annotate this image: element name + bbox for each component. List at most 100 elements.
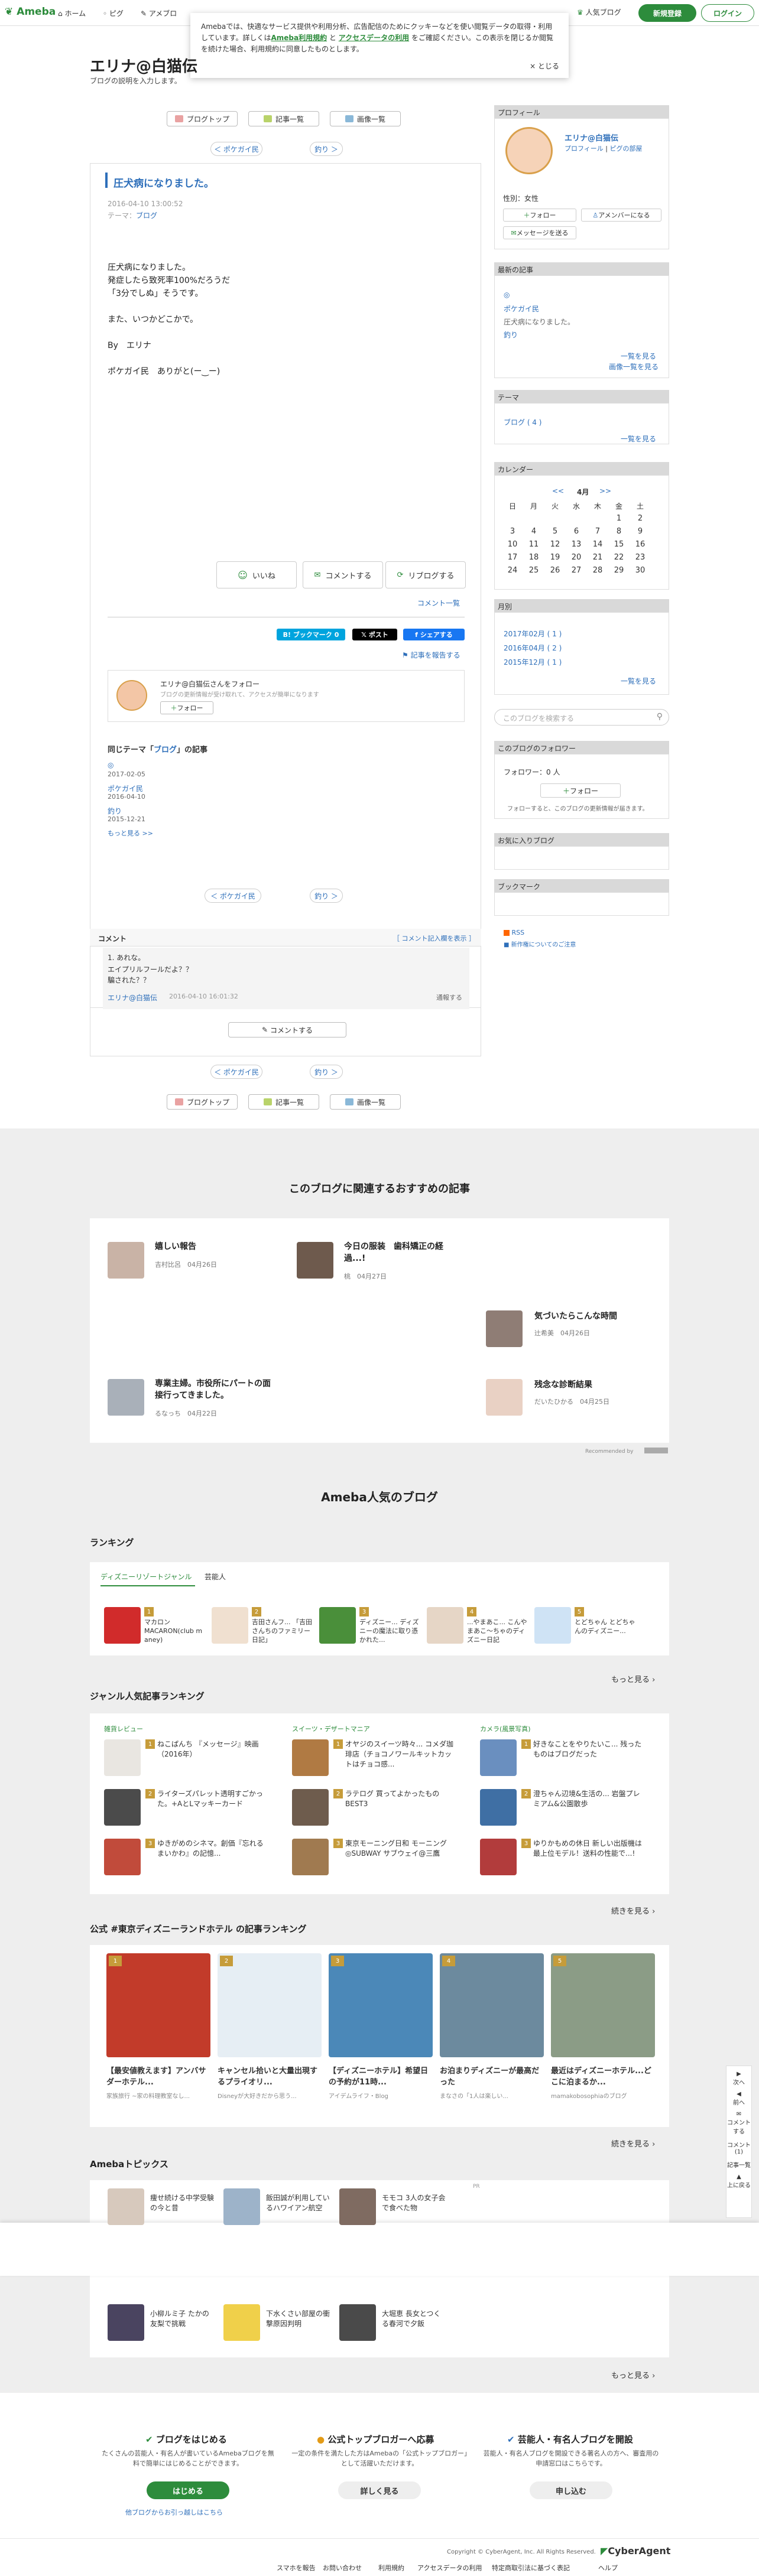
related-item-title[interactable]: 気づいたらこんな時間 xyxy=(534,1310,653,1322)
comment-author[interactable]: エリナ@白猫伝 xyxy=(108,993,157,1003)
genre-thumb[interactable] xyxy=(480,1789,517,1826)
ranking-blog-name[interactable]: マカロン MACARON(club m aney) xyxy=(144,1618,208,1644)
pig-room-link[interactable]: ピグの部屋 xyxy=(609,145,642,152)
calendar-next-link[interactable]: >> xyxy=(599,487,611,495)
month-archive-link[interactable]: 2015年12月 ( 1 ) xyxy=(504,657,562,667)
footer-link[interactable]: アクセスデータの利用 xyxy=(417,2563,482,2572)
topic-title[interactable]: モモコ 3人の女子会で食べた物 xyxy=(382,2193,447,2213)
ranking-blog-name[interactable]: とどちゃん とどちゃんのディズニー... xyxy=(575,1618,638,1635)
topic-title[interactable]: 痩せ続ける中学受験の今と昔 xyxy=(150,2193,215,2213)
same-theme-more-link[interactable]: もっと見る >> xyxy=(108,828,153,838)
tab-celebrity[interactable]: 芸能人 xyxy=(205,1572,226,1582)
send-message-button[interactable]: ✉ メッセージを送る xyxy=(503,226,576,239)
ranking-avatar[interactable] xyxy=(427,1607,463,1644)
topic-title[interactable]: 大堀恵 長女とつくる春河で夕飯 xyxy=(382,2309,447,2329)
calendar-prev-link[interactable]: << xyxy=(552,487,564,495)
theme-list-link[interactable]: 一覧を見る xyxy=(621,434,656,444)
popular-blog-link[interactable]: ♛ 人気ブログ xyxy=(577,7,621,17)
official-thumb[interactable] xyxy=(551,1953,655,2057)
same-theme-item[interactable]: ポケガイ民 xyxy=(108,783,143,793)
start-blog-button[interactable]: はじめる xyxy=(147,2481,229,2499)
genre-article-title[interactable]: ゆきがめのシネマ。創価『忘れるまいかわ』の記憶... xyxy=(157,1839,270,1859)
genre-article-title[interactable]: 好きなことをやりたいこ... 残ったものはブログだった xyxy=(533,1739,646,1759)
migration-link[interactable]: 他ブログからお引っ越しはこちら xyxy=(125,2507,223,2517)
genre-name[interactable]: スイーツ・デザートマニア xyxy=(292,1724,370,1733)
genre-thumb[interactable] xyxy=(104,1789,141,1826)
search-icon[interactable]: ⚲ xyxy=(657,712,663,721)
related-item-title[interactable]: 今日の服装 歯科矯正の経過...! xyxy=(344,1241,462,1264)
topic-thumb[interactable] xyxy=(108,2188,144,2225)
article-list-button[interactable]: 記事一覧 xyxy=(248,111,319,126)
monthly-list-link[interactable]: 一覧を見る xyxy=(621,676,656,686)
ranking-avatar[interactable] xyxy=(104,1607,141,1644)
rss-text[interactable]: RSS xyxy=(512,929,525,936)
official-thumb[interactable] xyxy=(440,1953,544,2057)
recent-article-link[interactable]: ◎ xyxy=(504,291,510,299)
comment-list-link[interactable]: コメント一覧 xyxy=(417,598,460,608)
genre-article-title[interactable]: オヤジのスイーツ時々... コメダ珈琲店（チョコノワールキットカットはチョコ感.… xyxy=(345,1739,458,1770)
terms-link[interactable]: Ameba利用規約 xyxy=(271,34,327,42)
profile-link[interactable]: プロフィール xyxy=(565,145,604,152)
related-item-title[interactable]: 専業主婦。市役所にパートの面接行ってきました。 xyxy=(155,1378,273,1401)
profile-avatar[interactable] xyxy=(505,127,553,174)
like-button[interactable]: ☺ いいね xyxy=(216,561,297,588)
float-next[interactable]: ▶ 次へ xyxy=(726,2071,751,2086)
month-archive-link[interactable]: 2016年04月 ( 2 ) xyxy=(504,643,562,653)
official-thumb[interactable] xyxy=(218,1953,322,2057)
topic-title[interactable]: 下水くさい部屋の衝撃原因判明 xyxy=(266,2309,331,2329)
blog-top-button[interactable]: ブログトップ xyxy=(167,1094,238,1110)
ameba-logo[interactable]: ❦ Ameba xyxy=(5,6,56,18)
login-button[interactable]: ログイン xyxy=(701,4,754,22)
footer-link[interactable]: ヘルプ xyxy=(598,2563,618,2572)
official-thumb[interactable] xyxy=(329,1953,433,2057)
genre-article-title[interactable]: ゆりかもめの休日 新しい出版機は最上位モデル！送料の性能で...! xyxy=(533,1839,646,1859)
copyright-note-link[interactable]: ■ 新作権についてのご注意 xyxy=(504,939,576,948)
next-article-button[interactable]: 釣り ＞ xyxy=(310,889,343,903)
float-comment[interactable]: ✉ コメントする xyxy=(726,2111,751,2135)
genre-article-title[interactable]: ラテログ 買ってよかったものBEST3 xyxy=(345,1789,458,1809)
float-top[interactable]: ▲ 上に戻る xyxy=(726,2174,751,2189)
official-article-title[interactable]: キャンセル拾いと大量出現するプライオリ... xyxy=(218,2066,322,2088)
rss-link[interactable]: RSS xyxy=(504,929,524,936)
genre-name[interactable]: カメラ(風景写真) xyxy=(480,1724,531,1733)
prev-article-button[interactable]: ＜ ポケガイ民 xyxy=(210,1065,262,1079)
sidebar-follow-button[interactable]: ＋フォロー xyxy=(540,783,621,798)
show-comment-form-link[interactable]: ［ コメント記入欄を表示 ］ xyxy=(393,934,475,943)
footer-link[interactable]: 利用規約 xyxy=(378,2563,404,2572)
related-thumb[interactable] xyxy=(486,1310,523,1347)
genre-thumb[interactable] xyxy=(292,1839,329,1875)
blog-top-button[interactable]: ブログトップ xyxy=(167,111,238,126)
ranking-blog-name[interactable]: ...やまあこ... こんやまあこ～ちゃのディズニー日記 xyxy=(467,1618,531,1644)
topic-title[interactable]: 飯田誠が利用しているハワイアン航空 xyxy=(266,2193,331,2213)
official-article-title[interactable]: 【ディズニーホテル】希望日の予約が11時... xyxy=(329,2066,433,2088)
related-thumb[interactable] xyxy=(108,1379,144,1416)
topic-title[interactable]: 小柳ルミ子 たかの友梨で挑戦 xyxy=(150,2309,215,2329)
sidebar-follow-button[interactable]: ＋フォロー xyxy=(503,209,576,222)
ranking-blog-name[interactable]: ディズニー... ディズニーの魔法に取り憑かれた... xyxy=(359,1618,423,1644)
image-list-button[interactable]: 画像一覧 xyxy=(330,1094,401,1110)
recent-list-link[interactable]: 一覧を見る xyxy=(621,351,656,361)
genre-article-title[interactable]: 東京モーニング日和 モーニング◎SUBWAY サブウェイ@三鷹 xyxy=(345,1839,458,1859)
official-thumb[interactable] xyxy=(106,1953,210,2057)
comment-button[interactable]: ✉ コメントする xyxy=(303,561,383,588)
facebook-share-button[interactable]: f シェアする xyxy=(403,629,465,640)
recent-article-link[interactable]: ポケガイ民 xyxy=(504,304,539,314)
ranking-avatar[interactable] xyxy=(212,1607,248,1644)
same-theme-item[interactable]: 釣り xyxy=(108,806,122,816)
genre-article-title[interactable]: 澄ちゃん辺境&生活の... 岩盤プレミアム&公園散歩 xyxy=(533,1789,646,1809)
ranking-avatar[interactable] xyxy=(534,1607,571,1644)
related-thumb[interactable] xyxy=(486,1379,523,1416)
genre-more-link[interactable]: 続きを見る › xyxy=(611,1905,655,1916)
prev-article-button[interactable]: ＜ ポケガイ民 xyxy=(210,142,262,156)
hatena-bookmark-button[interactable]: B! ブックマーク 0 xyxy=(277,629,345,640)
genre-thumb[interactable] xyxy=(292,1789,329,1826)
ranking-blog-name[interactable]: 吉田さんフ... 「吉田さんちのファミリー日記」 xyxy=(252,1618,316,1644)
theme-link[interactable]: ブログ xyxy=(136,212,157,220)
prev-article-button[interactable]: ＜ ポケガイ民 xyxy=(205,889,261,903)
genre-name[interactable]: 雑貨レビュー xyxy=(104,1724,143,1733)
report-comment-link[interactable]: 通報する xyxy=(436,993,462,1002)
report-article-link[interactable]: ⚑ 記事を報告する xyxy=(402,650,460,660)
genre-article-title[interactable]: ライターズパレット透明すごかった。+AとLマッキーカード xyxy=(157,1789,270,1809)
blog-title[interactable]: エリナ@白猫伝 xyxy=(90,54,197,76)
topic-thumb[interactable] xyxy=(108,2304,144,2341)
